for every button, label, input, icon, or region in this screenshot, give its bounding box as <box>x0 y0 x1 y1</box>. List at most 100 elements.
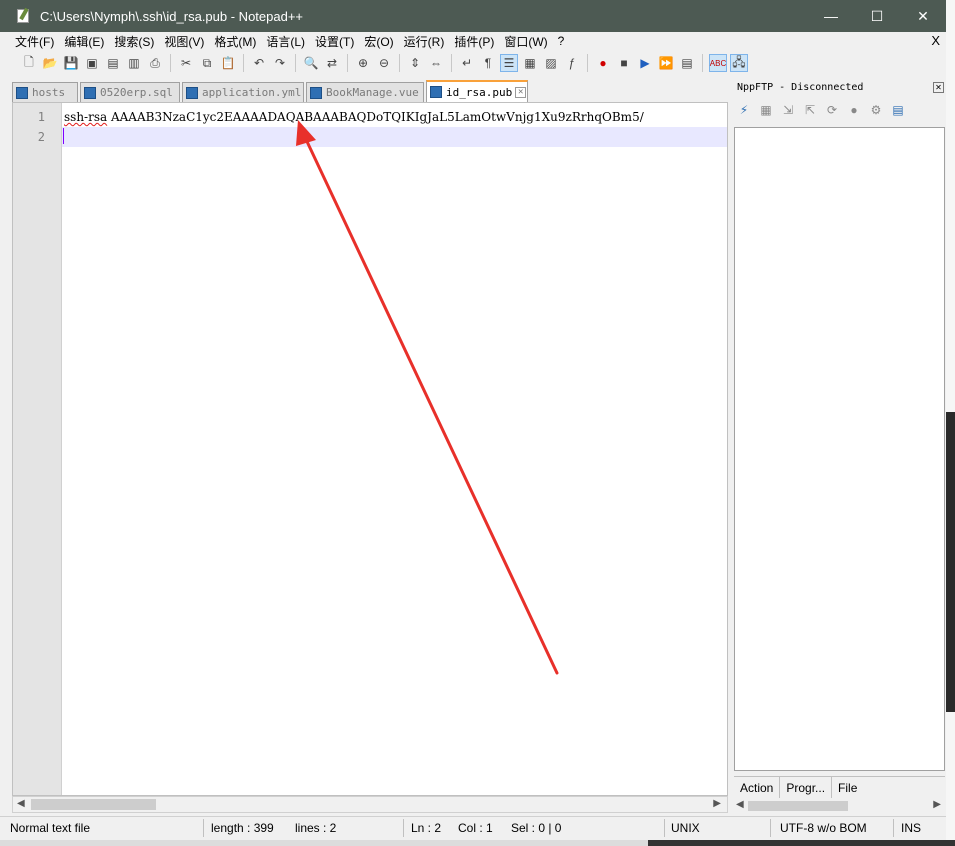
replace-icon[interactable]: ⇄ <box>323 54 341 72</box>
download-icon[interactable]: ⇲ <box>780 102 796 118</box>
tab-action[interactable]: Action <box>734 777 781 798</box>
zoom-in-icon[interactable]: ⊕ <box>354 54 372 72</box>
menu-settings[interactable]: 设置(T) <box>315 33 354 50</box>
menu-run[interactable]: 运行(R) <box>404 33 445 50</box>
copy-icon[interactable]: ⧉ <box>198 54 216 72</box>
word-wrap-icon[interactable]: ↵ <box>458 54 476 72</box>
document-map-icon[interactable]: ▨ <box>542 54 560 72</box>
menu-help[interactable]: ? <box>558 34 565 48</box>
ftp-panel-icon[interactable]: 🖧 <box>730 54 748 72</box>
new-file-icon[interactable]: 🗋 <box>20 54 38 72</box>
indent-guide-icon[interactable]: ☰ <box>500 54 518 72</box>
message-window-icon[interactable]: ▤ <box>890 102 906 118</box>
find-icon[interactable]: 🔍 <box>302 54 320 72</box>
close-tab-icon[interactable]: ✕ <box>515 86 527 98</box>
code-line-2[interactable] <box>62 127 727 147</box>
saved-file-icon <box>84 86 96 99</box>
editor-area[interactable]: 1 2 ssh-rsa AAAAB3NzaC1yc2EAAAADAQABAAAB… <box>12 102 728 796</box>
status-separator <box>664 819 665 837</box>
sync-horizontal-icon[interactable]: ⇔ <box>427 54 445 72</box>
toolbar-separator <box>295 54 296 72</box>
redo-icon[interactable]: ↷ <box>271 54 289 72</box>
ftp-file-tree[interactable] <box>734 127 945 771</box>
tab-progress[interactable]: Progr... <box>780 777 833 798</box>
status-column: Col : 1 <box>458 821 493 835</box>
refresh-icon[interactable]: ⟳ <box>824 102 840 118</box>
maximize-button[interactable]: ☐ <box>854 0 900 32</box>
scroll-left-icon[interactable]: ◀ <box>17 798 25 809</box>
spell-check-icon[interactable]: ABC <box>709 54 727 72</box>
cut-icon[interactable]: ✂ <box>177 54 195 72</box>
print-icon[interactable]: ⎙ <box>146 54 164 72</box>
scroll-right-icon[interactable]: ▶ <box>933 799 941 810</box>
saved-file-icon <box>186 86 198 99</box>
tab-application-yml[interactable]: application.yml <box>182 82 304 102</box>
tab-label: application.yml <box>202 86 302 99</box>
menu-macro[interactable]: 宏(O) <box>364 33 393 50</box>
spell-error-word: ssh-rsa <box>64 110 108 124</box>
tab-hosts[interactable]: hosts <box>12 82 78 102</box>
run-macro-multiple-icon[interactable]: ⏩ <box>657 54 675 72</box>
open-file-icon[interactable]: 📂 <box>41 54 59 72</box>
disconnect-icon[interactable]: ▦ <box>758 102 774 118</box>
nppftp-panel: NppFTP - Disconnected ✕ ⚡ ▦ ⇲ ⇱ ⟳ ● ⚙ ▤ … <box>732 80 946 816</box>
zoom-out-icon[interactable]: ⊖ <box>375 54 393 72</box>
scroll-left-icon[interactable]: ◀ <box>736 799 744 810</box>
scrollbar-thumb[interactable] <box>31 799 156 810</box>
save-icon[interactable]: 💾 <box>62 54 80 72</box>
close-file-icon[interactable]: ▤ <box>104 54 122 72</box>
menu-format[interactable]: 格式(M) <box>214 33 256 50</box>
paste-icon[interactable]: 📋 <box>219 54 237 72</box>
ftp-horizontal-scrollbar[interactable]: ◀ ▶ <box>734 798 945 814</box>
menu-view[interactable]: 视图(V) <box>164 33 204 50</box>
save-macro-icon[interactable]: ▤ <box>678 54 696 72</box>
tab-label: BookManage.vue <box>326 86 419 99</box>
tab-0520erp-sql[interactable]: 0520erp.sql <box>80 82 180 102</box>
sync-vertical-icon[interactable]: ⇕ <box>406 54 424 72</box>
status-line: Ln : 2 <box>411 821 442 835</box>
scrollbar-thumb[interactable] <box>748 801 848 811</box>
user-language-icon[interactable]: ▦ <box>521 54 539 72</box>
close-panel-icon[interactable]: ✕ <box>933 82 944 93</box>
menu-search[interactable]: 搜索(S) <box>114 33 154 50</box>
connect-icon[interactable]: ⚡ <box>736 102 752 118</box>
function-list-icon[interactable]: ƒ <box>563 54 581 72</box>
status-length: length : 399 <box>211 821 274 835</box>
record-macro-icon[interactable]: ● <box>594 54 612 72</box>
menu-edit[interactable]: 编辑(E) <box>64 33 104 50</box>
background-window-edge <box>0 840 955 846</box>
status-bar: Normal text file length : 399 lines : 2 … <box>0 816 946 840</box>
tab-bookmanage-vue[interactable]: BookManage.vue <box>306 82 424 102</box>
menu-plugins[interactable]: 插件(P) <box>454 33 494 50</box>
menu-file[interactable]: 文件(F) <box>15 33 54 50</box>
status-separator <box>770 819 771 837</box>
close-document-button[interactable]: X <box>931 33 940 48</box>
window-title: C:\Users\Nymph\.ssh\id_rsa.pub - Notepad… <box>40 8 304 24</box>
abort-icon[interactable]: ● <box>846 102 862 118</box>
settings-gear-icon[interactable]: ⚙ <box>868 102 884 118</box>
menu-window[interactable]: 窗口(W) <box>504 33 547 50</box>
undo-icon[interactable]: ↶ <box>250 54 268 72</box>
scroll-right-icon[interactable]: ▶ <box>713 798 721 809</box>
status-encoding[interactable]: UTF-8 w/o BOM <box>780 821 867 835</box>
tab-id-rsa-pub[interactable]: id_rsa.pub ✕ <box>426 80 528 102</box>
status-eol[interactable]: UNIX <box>671 821 700 835</box>
horizontal-scrollbar[interactable]: ◀ ▶ <box>12 796 728 813</box>
save-all-icon[interactable]: ▣ <box>83 54 101 72</box>
upload-icon[interactable]: ⇱ <box>802 102 818 118</box>
toolbar-separator <box>702 54 703 72</box>
tab-file[interactable]: File <box>832 777 863 798</box>
close-all-icon[interactable]: ▥ <box>125 54 143 72</box>
saved-file-icon <box>16 86 28 99</box>
minimize-button[interactable]: — <box>808 0 854 32</box>
menu-language[interactable]: 语言(L) <box>266 33 305 50</box>
toolbar: 🗋 📂 💾 ▣ ▤ ▥ ⎙ ✂ ⧉ 📋 ↶ ↷ 🔍 ⇄ ⊕ ⊖ ⇕ ⇔ ↵ ¶ … <box>0 51 946 75</box>
play-macro-icon[interactable]: ▶ <box>636 54 654 72</box>
stop-macro-icon[interactable]: ■ <box>615 54 633 72</box>
close-button[interactable]: ✕ <box>900 0 946 32</box>
line-number-gutter: 1 2 <box>13 103 61 795</box>
code-line-1[interactable]: ssh-rsa AAAAB3NzaC1yc2EAAAADAQABAAABAQDo… <box>62 107 727 127</box>
show-all-characters-icon[interactable]: ¶ <box>479 54 497 72</box>
status-file-type: Normal text file <box>10 821 91 835</box>
status-insert-mode: INS <box>901 821 922 835</box>
